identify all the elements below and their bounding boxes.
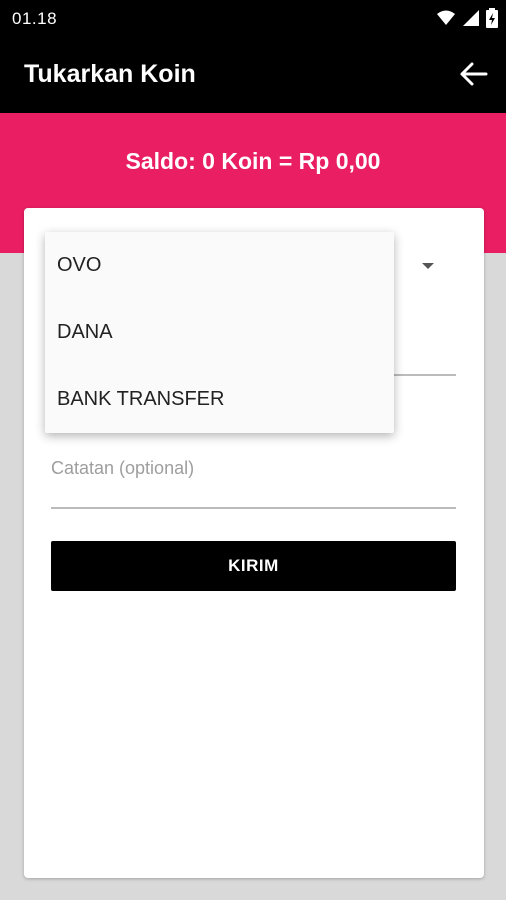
page-title: Tukarkan Koin xyxy=(24,60,196,88)
notes-input[interactable] xyxy=(51,450,456,486)
battery-icon xyxy=(486,8,498,28)
arrow-back-icon xyxy=(460,62,488,86)
status-bar: 01.18 xyxy=(0,0,506,36)
notes-underline xyxy=(51,507,456,509)
balance-text: Saldo: 0 Koin = Rp 0,00 xyxy=(125,148,381,174)
dropdown-arrow-icon[interactable] xyxy=(422,263,434,269)
dropdown-option-bank-transfer[interactable]: BANK TRANSFER xyxy=(45,366,394,433)
status-icons xyxy=(436,6,498,30)
dropdown-option-ovo[interactable]: OVO xyxy=(45,232,394,299)
wifi-icon xyxy=(437,10,455,25)
back-button[interactable] xyxy=(458,58,490,90)
dropdown-option-dana[interactable]: DANA xyxy=(45,299,394,366)
submit-button[interactable]: KIRIM xyxy=(51,541,456,591)
signal-icon xyxy=(463,10,479,26)
app-bar: Tukarkan Koin xyxy=(0,36,506,113)
payment-method-dropdown: OVO DANA BANK TRANSFER xyxy=(45,232,394,433)
status-time: 01.18 xyxy=(12,9,58,28)
